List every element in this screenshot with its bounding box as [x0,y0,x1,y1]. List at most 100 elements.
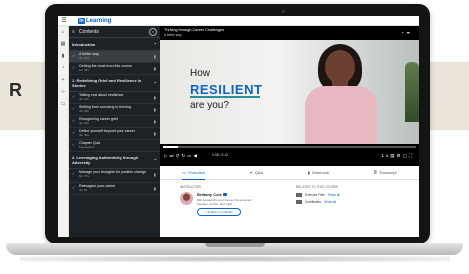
linkedin-badge-icon [222,193,227,197]
bookmark-icon[interactable]: ▮ [154,107,156,112]
bookmark-icon[interactable]: ▮ [154,172,156,177]
bookmark-icon[interactable]: ▮ [154,119,156,124]
tab-notebook[interactable]: ▮ Notebook [308,166,329,179]
list-item[interactable]: ✓ Talking real about resilience 4m 11s ▮ [69,92,160,104]
check-icon: ✓ [72,106,76,111]
list-item[interactable]: ✓ Shifting from surviving to thriving 4m… [69,104,160,116]
menu-icon[interactable]: ☰ [59,17,69,24]
instructor-role-2: Speaker, Author, and CEO [197,202,233,206]
tab-overview[interactable]: ▭ Overview [182,166,205,180]
item-duration: 3m 32s [79,121,89,125]
video-controls: ▷⏭↺↻▭◀ 0:08 / 2:12 1x▤⚙▢⛶ [160,144,419,166]
item-duration: 4m 30s [79,109,89,113]
instructor-name-wrap[interactable]: Brittany Cole [197,192,227,197]
quote-line-2: RESILIENT [190,82,263,97]
overview-icon: ▭ [182,169,187,175]
list-item[interactable]: ✓ Define yourself beyond your career 4m … [69,128,160,140]
laptop-shadow [20,256,450,262]
qa-icon: ✦ [249,170,253,175]
quote-underline [190,96,260,98]
check-icon: ✓ [72,53,76,58]
tab-label: Notebook [311,170,330,175]
background-letter: R [9,80,22,100]
check-icon: ✓ [72,185,76,190]
list-item[interactable]: ✓ A better way 2m 12s ▮ [69,51,160,63]
list-item[interactable]: ✓ Recognizing career grief 3m 32s ▮ [69,116,160,128]
instructor-label: INSTRUCTOR [180,185,201,189]
quote-line-1: How [190,68,211,79]
progress-fill [163,146,179,148]
home-icon[interactable]: ⌂ [60,30,66,35]
bookmark-icon[interactable]: ▮ [154,66,156,71]
close-icon[interactable]: × [149,28,157,36]
folder-icon [296,193,302,197]
tab-transcript[interactable]: ≣ Transcript [374,166,397,179]
tab-qa[interactable]: ✦ Q&A [249,166,263,179]
list-item[interactable]: ○ Chapter Quiz 5 questions [69,140,160,152]
tab-label: Overview [188,169,205,175]
item-duration: 2m 12s [79,56,89,60]
section-title: 1. Redefining Grief and Resilience in St… [72,78,142,88]
collections-icon[interactable]: ▭ [60,102,66,107]
section-1[interactable]: 1. Redefining Grief and Resilience in St… [69,75,160,92]
laptop-notch [205,243,265,247]
section-2[interactable]: 2. Leveraging Authenticity through Adver… [69,152,160,169]
speed-icon[interactable]: 1x [382,153,391,158]
bookmark-icon[interactable]: ▮ [60,54,66,59]
code-icon[interactable]: ‹› [60,90,66,95]
add-icon[interactable]: + [60,78,66,83]
check-icon: ✓ [72,130,76,135]
chevron-up-icon: ⌃ [153,80,157,86]
video-player[interactable]: Thriving through Career Challenges A bet… [160,26,419,166]
logo-word: Learning [86,17,112,24]
video-header-icons: +➦ [401,30,413,35]
laptop-screen: ☰ in Learning ⌂ ▦ ▮ ◔ + ‹› ▭ ≡ Contents … [58,16,419,237]
volume-icon[interactable]: ◀ [193,153,198,158]
tab-label: Transcript [379,170,397,175]
tab-label: Q&A [254,170,264,175]
list-item[interactable]: ✓ Getting the most from this course 1m 3… [69,63,160,75]
presenter-face [325,50,355,84]
top-bar: ☰ in Learning [58,16,419,26]
presenter-body [305,86,377,144]
scene: R ☰ in Learning ⌂ ▦ ▮ ◔ + ‹› ▭ ≡ Content… [0,0,469,274]
section-introduction[interactable]: Introduction ⌃ [69,38,160,51]
chevron-up-icon: ⌃ [153,157,157,163]
content-tabs: ▭ Overview ✦ Q&A ▮ Notebook ≣ Transcript [160,166,419,180]
item-duration: 1m 36s [79,68,89,72]
related-label: RELATED TO THIS COURSE [296,185,339,189]
fullscreen-icon[interactable]: ⛶ [409,153,414,158]
transcript-icon: ≣ [373,170,378,175]
section-title: 2. Leveraging Authenticity through Adver… [72,155,139,165]
history-icon[interactable]: ◔ [60,66,66,71]
time-display: 0:08 / 2:12 [212,153,229,157]
linkedin-learning-logo[interactable]: in Learning [78,17,112,24]
avatar[interactable] [180,192,193,205]
video-frame[interactable]: How RESILIENT are you? [160,40,419,144]
related-certificates: Certificates Show all [296,200,336,204]
list-item[interactable]: ✓ Reimagine your career 4m 3s ▮ [69,183,160,195]
progress-bar[interactable] [163,146,416,148]
item-duration: 6m 27s [79,174,89,178]
logo-box: in [78,17,85,24]
check-icon: ✓ [72,94,76,99]
library-icon[interactable]: ▦ [60,42,66,47]
bookmark-icon[interactable]: ▮ [154,131,156,136]
contents-panel: ≡ Contents × Introduction ⌃ ✓ A better w… [69,26,160,237]
laptop-camera [282,10,285,13]
plant-image [405,62,419,122]
bookmark-icon[interactable]: ▮ [154,54,156,59]
show-all-link[interactable]: Show all [324,200,336,204]
list-icon: ≡ [72,28,75,35]
contents-title: Contents [78,28,99,35]
bookmark-icon[interactable]: ▮ [154,186,156,191]
certificate-icon [296,200,302,204]
bookmark-icon[interactable]: ▮ [154,95,156,100]
video-title: Thriving through Career Challenges [164,28,225,32]
show-all-link[interactable]: Show all [328,193,340,197]
list-item[interactable]: ✓ Manage your thoughts for positive chan… [69,169,160,183]
share-icon[interactable]: ➦ [407,30,413,35]
chevron-up-icon: ⌃ [153,41,157,47]
related-item-label: Exercise Files [305,193,325,197]
follow-button[interactable]: + Follow on LinkedIn [197,208,241,216]
